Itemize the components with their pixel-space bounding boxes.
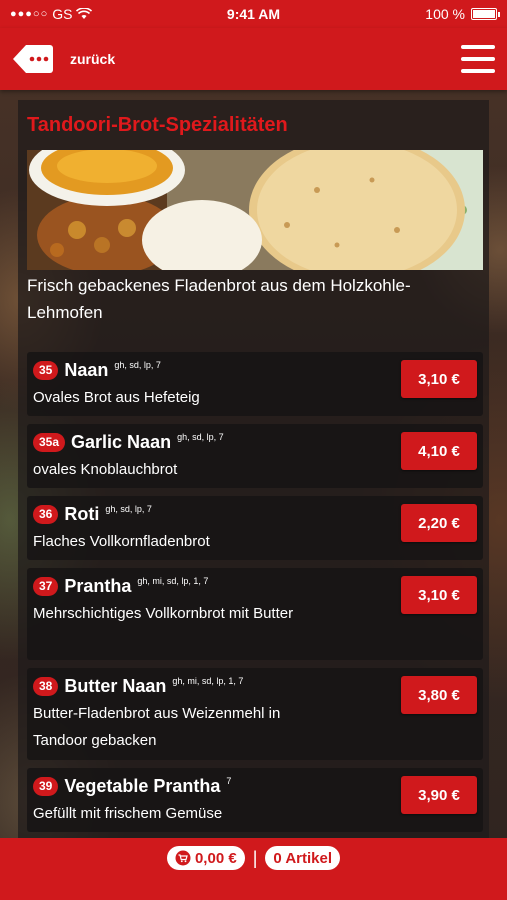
item-name: Garlic Naan	[71, 432, 172, 452]
cart-bar: 0,00 € | 0 Artikel	[0, 838, 507, 900]
menu-item: 37 Prantha gh, mi, sd, lp, 1, 7 Mehrschi…	[27, 568, 483, 660]
cart-icon	[175, 850, 191, 866]
add-to-cart-price-button[interactable]: 3,90 €	[401, 776, 477, 814]
cart-count-button[interactable]: 0 Artikel	[265, 846, 341, 870]
wifi-icon	[76, 8, 93, 19]
cart-count: 0 Artikel	[273, 849, 333, 867]
item-number-badge: 38	[33, 677, 59, 696]
item-description: Butter-Fladenbrot aus Weizenmehl in Tand…	[33, 705, 281, 749]
status-bar: ●●●○○ GS 9:41 AM 100 %	[0, 0, 507, 28]
menu-item: 35a Garlic Naan gh, sd, lp, 7 ovales Kno…	[27, 424, 483, 488]
section-title: Tandoori-Brot-Spezialitäten	[27, 114, 288, 136]
item-description: ovales Knoblauchbrot	[33, 461, 178, 478]
nav-bar: zurück	[0, 28, 507, 90]
section-description: Frisch gebackenes Fladenbrot aus dem Hol…	[27, 276, 411, 322]
item-number-badge: 36	[33, 505, 59, 524]
add-to-cart-price-button[interactable]: 3,10 €	[401, 360, 477, 398]
allergen-codes: gh, mi, sd, lp, 1, 7	[137, 575, 209, 586]
menu-category-panel: Tandoori-Brot-Spezialitäten Frisch gebac…	[18, 100, 489, 838]
menu-item: 35 Naan gh, sd, lp, 7 Ovales Brot aus He…	[27, 352, 483, 416]
item-header: 35 Naan gh, sd, lp, 7	[33, 360, 161, 381]
carrier-name: GS	[52, 6, 73, 22]
item-number-badge: 37	[33, 577, 59, 596]
allergen-codes: gh, mi, sd, lp, 1, 7	[172, 675, 244, 686]
battery-percent: 100 %	[425, 6, 465, 22]
category-image	[27, 150, 483, 270]
add-to-cart-price-button[interactable]: 3,80 €	[401, 676, 477, 714]
allergen-codes: 7	[226, 775, 232, 786]
item-number-badge: 39	[33, 777, 59, 796]
back-label: zurück	[70, 51, 116, 67]
item-header: 38 Butter Naan gh, mi, sd, lp, 1, 7	[33, 676, 243, 697]
item-number-badge: 35a	[33, 433, 66, 452]
add-to-cart-price-button[interactable]: 3,10 €	[401, 576, 477, 614]
allergen-codes: gh, sd, lp, 7	[177, 431, 224, 442]
bread-and-curry-image	[27, 150, 483, 270]
item-name: Butter Naan	[64, 676, 167, 696]
menu-item: 36 Roti gh, sd, lp, 7 Flaches Vollkornfl…	[27, 496, 483, 560]
add-to-cart-price-button[interactable]: 2,20 €	[401, 504, 477, 542]
allergen-codes: gh, sd, lp, 7	[114, 359, 161, 370]
hamburger-menu-icon[interactable]	[461, 45, 495, 73]
back-arrow-icon	[13, 45, 53, 73]
cart-separator: |	[252, 848, 258, 868]
add-to-cart-price-button[interactable]: 4,10 €	[401, 432, 477, 470]
menu-item: 38 Butter Naan gh, mi, sd, lp, 1, 7 Butt…	[27, 668, 483, 760]
battery-group: 100 %	[425, 6, 500, 22]
item-header: 37 Prantha gh, mi, sd, lp, 1, 7	[33, 576, 208, 597]
item-description: Gefüllt mit frischem Gemüse	[33, 805, 223, 822]
item-header: 39 Vegetable Prantha 7	[33, 776, 231, 797]
cart-total-button[interactable]: 0,00 €	[166, 846, 245, 870]
item-header: 36 Roti gh, sd, lp, 7	[33, 504, 152, 525]
allergen-codes: gh, sd, lp, 7	[105, 503, 152, 514]
item-name: Prantha	[64, 576, 132, 596]
item-name: Vegetable Prantha	[64, 776, 221, 796]
item-number-badge: 35	[33, 361, 59, 380]
battery-icon	[471, 8, 500, 20]
signal-icon: ●●●○○	[10, 8, 49, 20]
item-name: Naan	[64, 360, 109, 380]
item-description: Ovales Brot aus Hefeteig	[33, 389, 200, 406]
item-description: Flaches Vollkornfladenbrot	[33, 533, 210, 550]
item-description: Mehrschichtiges Vollkornbrot mit Butter	[33, 605, 294, 622]
cart-total: 0,00 €	[194, 849, 237, 867]
menu-item: 39 Vegetable Prantha 7 Gefüllt mit frisc…	[27, 768, 483, 832]
item-header: 35a Garlic Naan gh, sd, lp, 7	[33, 432, 224, 453]
back-button[interactable]: zurück	[12, 44, 115, 74]
item-name: Roti	[64, 504, 100, 524]
carrier-group: ●●●○○ GS	[10, 6, 93, 22]
